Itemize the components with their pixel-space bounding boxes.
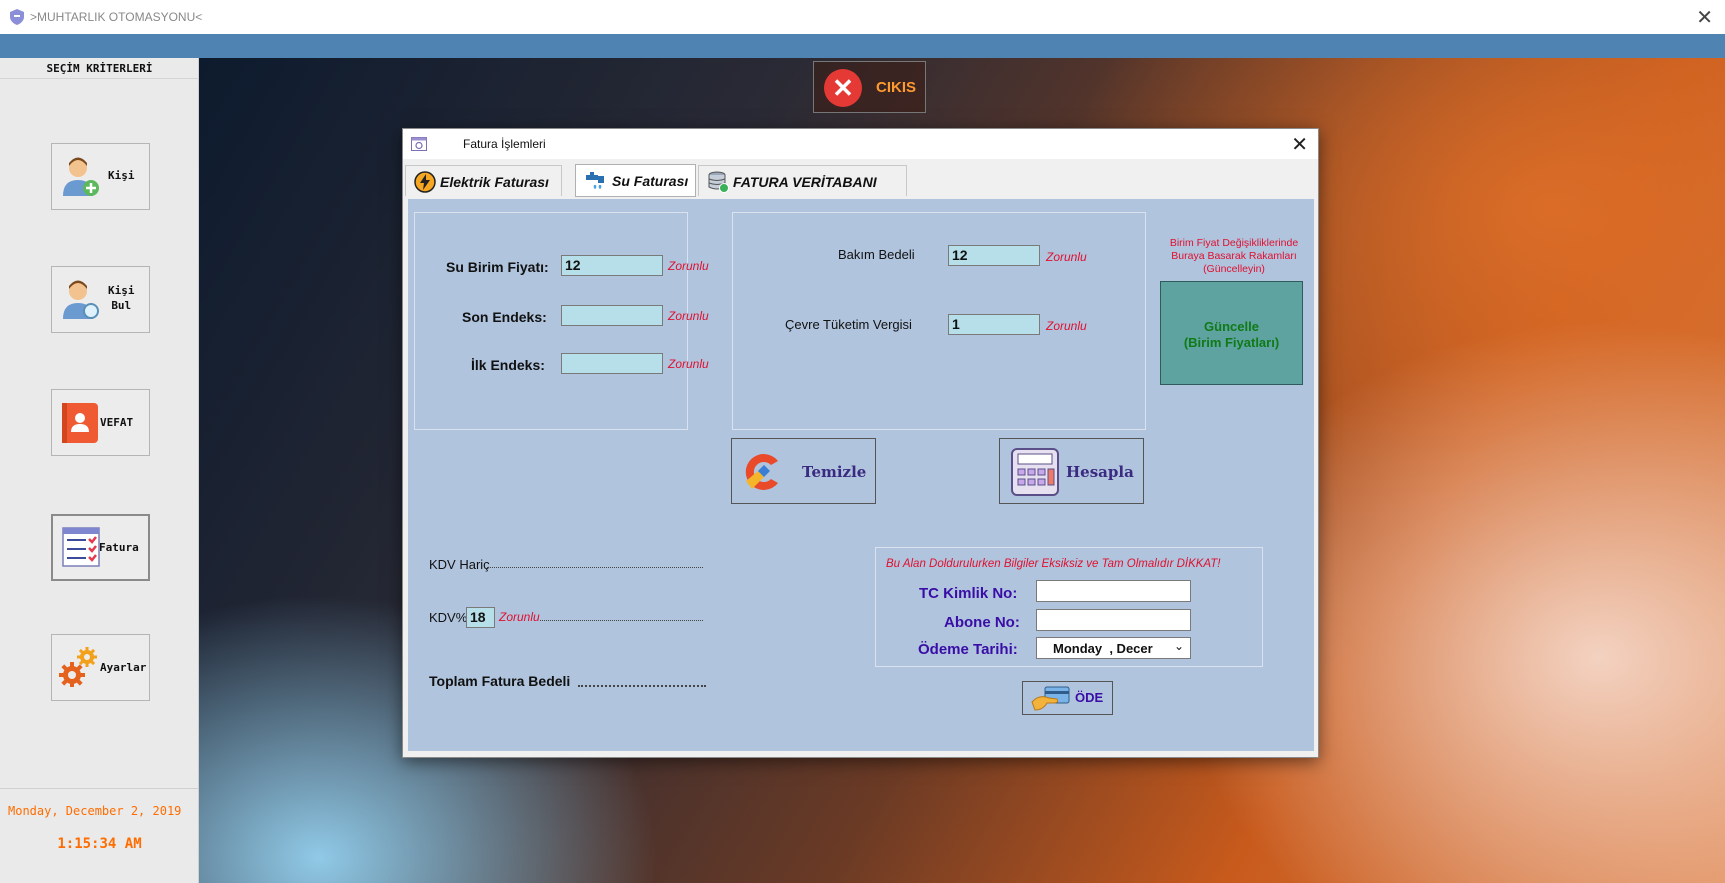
shield-icon: [10, 9, 24, 25]
dialog-title: Fatura İşlemleri: [463, 137, 546, 151]
exit-button-label: CIKIS: [876, 79, 917, 96]
gears-icon: [59, 647, 97, 687]
required-note: Zorunlu: [668, 259, 709, 273]
database-icon: [708, 171, 729, 193]
required-note: Zorunlu: [1046, 319, 1087, 333]
window-titlebar: >MUHTARLIK OTOMASYONU< ✕: [0, 0, 1725, 34]
window-close-button[interactable]: ✕: [1696, 5, 1713, 30]
maintenance-fee-input[interactable]: 12: [948, 245, 1040, 266]
chevron-down-icon: ⌄: [1173, 639, 1184, 653]
payment-date-picker[interactable]: Monday , Decer ⌄: [1036, 637, 1191, 659]
env-tax-input[interactable]: 1: [948, 314, 1040, 335]
payment-date-label: Ödeme Tarihi:: [918, 641, 1018, 658]
calculate-button[interactable]: Hesapla: [999, 438, 1144, 504]
tab-electricity[interactable]: Elektrik Faturası: [405, 165, 562, 196]
clear-button-label: Temizle: [802, 463, 867, 481]
current-time: 1:15:34 AM: [57, 836, 142, 852]
required-note: Zorunlu: [1046, 250, 1087, 264]
total-label: Toplam Fatura Bedeli: [429, 673, 571, 689]
pay-button[interactable]: ÖDE: [1022, 681, 1113, 715]
add-person-icon: [63, 157, 99, 196]
header-bar: [0, 34, 1725, 58]
tab-electricity-label: Elektrik Faturası: [440, 174, 549, 190]
tab-invoice-database[interactable]: FATURA VERİTABANI: [698, 165, 907, 196]
checklist-icon: [62, 527, 100, 567]
update-prices-label: Güncelle (Birim Fiyatları): [1161, 319, 1302, 351]
find-person-button-label: Kişi Bul: [108, 283, 135, 313]
criteria-title: SEÇİM KRİTERLERİ: [46, 62, 153, 75]
search-person-icon: [63, 280, 99, 319]
settings-button[interactable]: Ayarlar: [51, 634, 150, 701]
first-index-input[interactable]: [561, 353, 663, 374]
current-date: Monday, December 2, 2019: [8, 804, 182, 818]
update-prices-line2: (Birim Fiyatları): [1183, 335, 1280, 350]
tc-label: TC Kimlik No:: [919, 585, 1018, 602]
window-icon: [411, 137, 427, 151]
card-payment-icon: [1031, 686, 1070, 711]
dialog-titlebar: Fatura İşlemleri ✕: [403, 129, 1318, 159]
divider: [0, 78, 199, 79]
person-button-label: Kişi: [108, 169, 135, 182]
update-prices-button[interactable]: Güncelle (Birim Fiyatları): [1160, 281, 1303, 385]
kdv-label: KDV%: [429, 610, 468, 625]
tc-input[interactable]: [1036, 580, 1191, 602]
kdv-dots: [540, 620, 703, 621]
first-index-label: İlk Endeks:: [471, 357, 545, 373]
kdv-haric-label: KDV Hariç: [429, 557, 490, 572]
window-title: >MUHTARLIK OTOMASYONU<: [30, 10, 203, 24]
find-person-button[interactable]: Kişi Bul: [51, 266, 150, 333]
kdv-haric-dots: [487, 567, 703, 568]
kdv-rate-input[interactable]: 18: [466, 607, 495, 628]
env-tax-label: Çevre Tüketim Vergisi: [785, 317, 912, 332]
maintenance-fee-label: Bakım Bedeli: [838, 247, 915, 262]
tab-invoice-database-label: FATURA VERİTABANI: [733, 174, 877, 190]
required-note: Zorunlu: [668, 357, 709, 371]
unit-price-label: Su Birim Fiyatı:: [446, 259, 549, 275]
payment-date-value: Monday , Decer: [1053, 641, 1153, 656]
subscriber-label: Abone No:: [944, 614, 1020, 631]
clear-button[interactable]: Temizle: [731, 438, 876, 504]
payment-warning: Bu Alan Doldurulurken Bilgiler Eksiksiz …: [886, 558, 1221, 570]
deceased-button-label: VEFAT: [100, 416, 134, 429]
exit-button[interactable]: ✕ CIKIS: [813, 61, 926, 113]
close-icon: ✕: [824, 69, 862, 107]
update-prices-line1: Güncelle: [1204, 319, 1259, 334]
tab-water-label: Su Faturası: [612, 173, 689, 189]
divider: [0, 788, 199, 789]
cleaner-icon: [745, 454, 778, 490]
tab-bar: Elektrik Faturası Su Faturası FATURA VER…: [405, 164, 1316, 197]
total-dots: [578, 685, 706, 687]
last-index-label: Son Endeks:: [462, 309, 547, 325]
tab-water[interactable]: Su Faturası: [575, 164, 696, 197]
unit-price-input[interactable]: 12: [561, 255, 663, 276]
sidebar: SEÇİM KRİTERLERİ Kişi Kişi Bul VEFAT Fat…: [0, 58, 199, 883]
deceased-button[interactable]: VEFAT: [51, 389, 150, 456]
subscriber-input[interactable]: [1036, 609, 1191, 631]
calculator-icon: [1011, 448, 1059, 496]
person-button[interactable]: Kişi: [51, 143, 150, 210]
update-note: Birim Fiyat Değişikliklerinde Buraya Bas…: [1169, 237, 1299, 275]
contact-book-icon: [62, 403, 98, 443]
lightning-icon: [414, 171, 436, 193]
settings-button-label: Ayarlar: [100, 661, 147, 674]
invoice-button-label: Fatura: [99, 541, 139, 554]
calculate-button-label: Hesapla: [1066, 463, 1134, 481]
dialog-close-button[interactable]: ✕: [1291, 132, 1308, 157]
invoice-button[interactable]: Fatura: [51, 514, 150, 581]
last-index-input[interactable]: [561, 305, 663, 326]
pay-button-label: ÖDE: [1075, 690, 1104, 705]
faucet-icon: [586, 172, 604, 189]
water-invoice-panel: Su Birim Fiyatı: 12 Zorunlu Son Endeks: …: [408, 199, 1314, 751]
find-person-label-line1: Kişi: [108, 284, 135, 297]
find-person-label-line2: Bul: [111, 299, 132, 312]
required-note: Zorunlu: [499, 610, 540, 624]
required-note: Zorunlu: [668, 309, 709, 323]
invoice-dialog: Fatura İşlemleri ✕ Elektrik Faturası Su …: [402, 128, 1319, 758]
